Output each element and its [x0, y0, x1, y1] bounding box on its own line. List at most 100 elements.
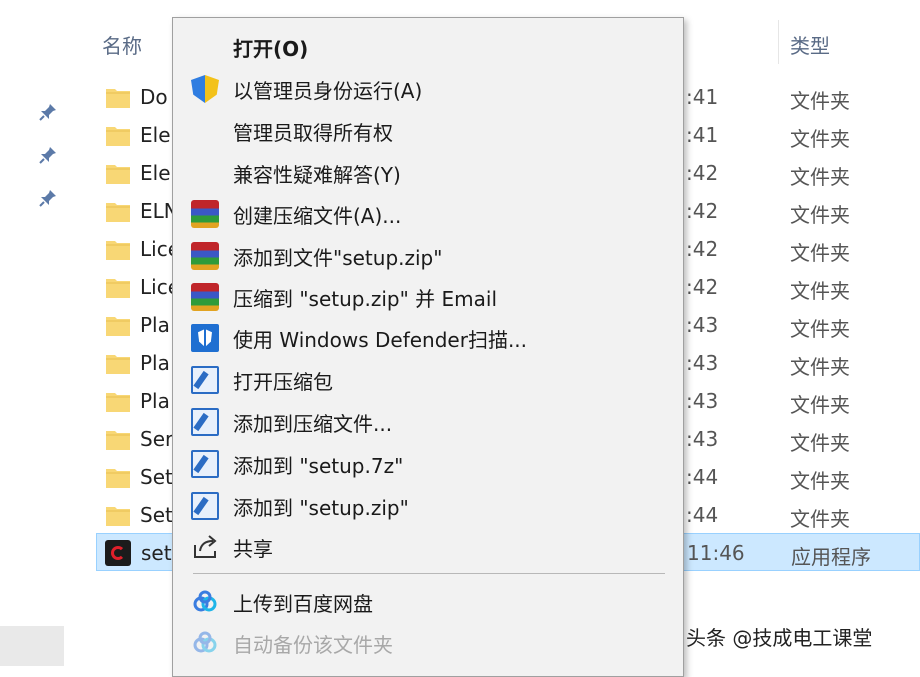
file-type: 文件夹 [790, 279, 850, 303]
folder-icon [106, 428, 130, 450]
file-name: Do [140, 85, 168, 109]
folder-icon [106, 162, 130, 184]
column-header-type[interactable]: 类型 [790, 30, 830, 59]
menu-item-label: 自动备份该文件夹 [233, 633, 393, 657]
file-time: :43 [686, 389, 719, 413]
folder-icon [106, 276, 130, 298]
file-type: 文件夹 [790, 127, 850, 151]
winrar-icon [191, 200, 219, 228]
file-name: Pla [140, 351, 170, 375]
folder-icon [106, 238, 130, 260]
winrar-icon [191, 283, 219, 311]
file-type: 文件夹 [790, 317, 850, 341]
menu-item-label: 压缩到 "setup.zip" 并 Email [233, 287, 498, 311]
menu-item-add-to-zip-rar[interactable]: 添加到文件"setup.zip" [173, 236, 683, 276]
menu-item-share[interactable]: 共享 [173, 527, 683, 567]
column-header-name[interactable]: 名称 [102, 30, 142, 59]
file-time: :43 [686, 313, 719, 337]
pin-icon[interactable] [38, 145, 58, 165]
file-time: :44 [686, 503, 719, 527]
menu-item-label: 共享 [233, 537, 273, 561]
menu-item-open-archive[interactable]: 打开压缩包 [173, 360, 683, 400]
pin-icon[interactable] [38, 102, 58, 122]
menu-item-add-to-zip[interactable]: 添加到 "setup.zip" [173, 486, 683, 526]
menu-item-label: 以管理员身份运行(A) [233, 79, 423, 103]
folder-icon [106, 314, 130, 336]
file-name: Ser [140, 427, 174, 451]
file-type: 应用程序 [791, 545, 871, 569]
7zip-icon [191, 366, 219, 394]
folder-icon [106, 504, 130, 526]
file-type: 文件夹 [790, 165, 850, 189]
menu-item-compatibility[interactable]: 兼容性疑难解答(Y) [173, 153, 683, 193]
folder-icon [106, 86, 130, 108]
windows-defender-icon [191, 324, 219, 352]
file-time: :42 [686, 275, 719, 299]
file-type: 文件夹 [790, 355, 850, 379]
folder-icon [106, 124, 130, 146]
menu-item-label: 上传到百度网盘 [233, 592, 373, 616]
file-name: set [141, 541, 172, 565]
file-type: 文件夹 [790, 393, 850, 417]
file-time: 11:46 [687, 541, 745, 565]
menu-item-add-to-archive[interactable]: 添加到压缩文件... [173, 402, 683, 442]
file-name: Pla [140, 389, 170, 413]
menu-item-take-ownership[interactable]: 管理员取得所有权 [173, 111, 683, 151]
pin-icon[interactable] [38, 188, 58, 208]
navigation-bottom-area [0, 626, 64, 666]
menu-item-auto-backup: 自动备份该文件夹 [173, 623, 683, 663]
column-divider[interactable] [778, 20, 779, 64]
file-time: :44 [686, 465, 719, 489]
menu-separator [193, 573, 665, 574]
context-menu: 打开(O) 以管理员身份运行(A) 管理员取得所有权 兼容性疑难解答(Y) 创建… [172, 17, 684, 677]
menu-item-compress-email[interactable]: 压缩到 "setup.zip" 并 Email [173, 277, 683, 317]
menu-item-create-archive[interactable]: 创建压缩文件(A)... [173, 194, 683, 234]
menu-item-label: 添加到文件"setup.zip" [233, 246, 443, 270]
file-time: :41 [686, 123, 719, 147]
folder-icon [106, 200, 130, 222]
menu-item-label: 添加到 "setup.7z" [233, 454, 404, 478]
menu-item-add-to-7z[interactable]: 添加到 "setup.7z" [173, 444, 683, 484]
file-name: Pla [140, 313, 170, 337]
app-icon [105, 540, 131, 566]
menu-item-defender-scan[interactable]: 使用 Windows Defender扫描... [173, 318, 683, 358]
file-type: 文件夹 [790, 203, 850, 227]
folder-icon [106, 352, 130, 374]
file-name: Ele [140, 161, 171, 185]
watermark: 头条 @技成电工课堂 [686, 626, 873, 650]
menu-item-label: 打开(O) [233, 37, 309, 61]
baidu-netdisk-icon [191, 629, 219, 657]
file-type: 文件夹 [790, 431, 850, 455]
menu-item-label: 兼容性疑难解答(Y) [233, 163, 401, 187]
7zip-icon [191, 450, 219, 478]
menu-item-label: 创建压缩文件(A)... [233, 204, 402, 228]
menu-item-label: 管理员取得所有权 [233, 121, 393, 145]
menu-item-upload-baidu[interactable]: 上传到百度网盘 [173, 582, 683, 622]
file-type: 文件夹 [790, 507, 850, 531]
menu-item-label: 添加到 "setup.zip" [233, 496, 409, 520]
winrar-icon [191, 242, 219, 270]
menu-item-run-as-admin[interactable]: 以管理员身份运行(A) [173, 69, 683, 109]
7zip-icon [191, 492, 219, 520]
file-time: :41 [686, 85, 719, 109]
file-type: 文件夹 [790, 241, 850, 265]
file-time: :42 [686, 199, 719, 223]
file-name: Ele [140, 123, 171, 147]
file-time: :43 [686, 427, 719, 451]
menu-item-label: 打开压缩包 [233, 370, 333, 394]
file-name: Set [140, 503, 173, 527]
folder-icon [106, 466, 130, 488]
navigation-pane [0, 0, 70, 666]
folder-icon [106, 390, 130, 412]
share-icon [191, 533, 219, 561]
uac-shield-icon [191, 75, 219, 103]
file-type: 文件夹 [790, 89, 850, 113]
7zip-icon [191, 408, 219, 436]
file-name: Set [140, 465, 173, 489]
baidu-netdisk-icon [191, 588, 219, 616]
file-time: :43 [686, 351, 719, 375]
menu-item-label: 添加到压缩文件... [233, 412, 393, 436]
menu-item-label: 使用 Windows Defender扫描... [233, 328, 528, 352]
file-type: 文件夹 [790, 469, 850, 493]
menu-item-open[interactable]: 打开(O) [173, 27, 683, 67]
